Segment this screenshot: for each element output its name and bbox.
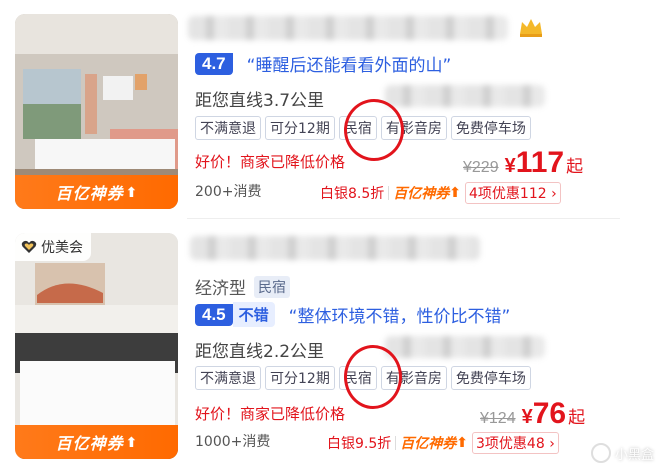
current-price: 76 — [532, 397, 567, 430]
discount-summary: 4项优惠112 — [469, 186, 547, 202]
original-price: ¥124 — [480, 410, 516, 427]
promo-row[interactable]: 白银9.5折 百亿神券 ⬆ 3项优惠48 › — [327, 432, 559, 454]
type-badge: 民宿 — [254, 275, 290, 298]
review-quote: “整体环境不错，性价比不错” — [288, 307, 511, 327]
tag-installment: 可分12期 — [265, 366, 335, 390]
chevron-right-icon: › — [551, 186, 557, 202]
currency-symbol: ¥ — [521, 406, 533, 428]
watermark: 小黑盒 — [590, 443, 654, 463]
rating-word: 不错 — [232, 302, 275, 327]
sale-text: 好价！商家已降低价格 — [195, 153, 346, 171]
price-block[interactable]: ¥124 ¥ 76 起 — [480, 397, 585, 431]
discount-summary-button[interactable]: 4项优惠112 › — [465, 182, 561, 204]
current-price: 117 — [515, 146, 565, 179]
hotel-name-blurred[interactable] — [190, 236, 480, 260]
tag-refund: 不满意退 — [195, 116, 261, 140]
divider — [388, 186, 390, 200]
chevron-right-icon: › — [549, 436, 555, 452]
tag-installment: 可分12期 — [265, 116, 335, 140]
coupon-banner[interactable]: 百亿神券 ⬆ — [15, 175, 178, 209]
xiaoheihe-logo-icon — [590, 443, 611, 463]
crown-icon — [520, 19, 542, 37]
divider — [395, 436, 397, 450]
up-arrow-icon: ⬆ — [125, 183, 138, 200]
hotel-card[interactable]: 百亿神券 ⬆ 4.7 “睡醒后还能看看外面的山” 距您直线3.7公里 不满意退 … — [0, 0, 660, 230]
divider — [187, 218, 620, 219]
tag-free-parking: 免费停车场 — [450, 366, 531, 390]
up-arrow-icon: ⬆ — [449, 185, 461, 201]
hotel-photo[interactable]: 百亿神券 ⬆ — [15, 14, 178, 209]
watermark-text: 小黑盒 — [614, 447, 654, 463]
address-blurred — [385, 85, 545, 107]
tag-refund: 不满意退 — [195, 366, 261, 390]
review-quote: “睡醒后还能看看外面的山” — [246, 56, 452, 76]
currency-symbol: ¥ — [504, 155, 516, 177]
consumption-count: 200+消费 — [195, 184, 262, 200]
distance-text: 距您直线2.2公里 — [195, 342, 325, 362]
annotation-circle — [344, 345, 402, 409]
discount-summary: 3项优惠48 — [476, 436, 545, 452]
up-arrow-icon: ⬆ — [125, 433, 138, 450]
vip-badge-label: 优美会 — [41, 239, 83, 255]
rating-score: 4.5 — [195, 303, 233, 326]
coupon-banner[interactable]: 百亿神券 ⬆ — [15, 425, 178, 459]
price-suffix: 起 — [568, 408, 586, 428]
vip-badge: 优美会 — [15, 233, 91, 261]
consumption-count: 1000+消费 — [195, 434, 271, 450]
discount-summary-button[interactable]: 3项优惠48 › — [472, 432, 559, 454]
coupon-label: 百亿神券 — [400, 436, 457, 452]
hotel-photo[interactable]: 优美会 百亿神券 ⬆ — [15, 233, 178, 459]
hotel-type: 经济型 — [195, 279, 246, 299]
address-blurred — [385, 336, 545, 358]
rating-row[interactable]: 4.7 “睡醒后还能看看外面的山” — [195, 51, 451, 76]
member-discount: 白银9.5折 — [327, 436, 392, 452]
promo-row[interactable]: 白银8.5折 百亿神券 ⬆ 4项优惠112 › — [320, 182, 561, 204]
coupon-banner-label: 百亿神券 — [55, 436, 124, 453]
annotation-circle — [344, 99, 404, 161]
heart-badge-icon — [21, 240, 37, 253]
tag-free-parking: 免费停车场 — [450, 116, 531, 140]
up-arrow-icon: ⬆ — [456, 435, 468, 451]
hotel-list: 百亿神券 ⬆ 4.7 “睡醒后还能看看外面的山” 距您直线3.7公里 不满意退 … — [0, 0, 660, 473]
coupon-label: 百亿神券 — [393, 186, 450, 202]
hotel-name-blurred[interactable] — [188, 16, 508, 40]
hotel-type-row: 经济型 民宿 — [195, 274, 290, 299]
distance-text: 距您直线3.7公里 — [195, 91, 325, 111]
sale-text: 好价！商家已降低价格 — [195, 405, 346, 423]
member-discount: 白银8.5折 — [320, 186, 385, 202]
rating-row[interactable]: 4.5 不错 “整体环境不错，性价比不错” — [195, 302, 510, 327]
price-block[interactable]: ¥229 ¥ 117 起 — [463, 146, 583, 180]
original-price: ¥229 — [463, 159, 499, 176]
coupon-banner-label: 百亿神券 — [55, 186, 124, 203]
price-suffix: 起 — [566, 157, 584, 177]
rating-score: 4.7 — [195, 52, 233, 75]
